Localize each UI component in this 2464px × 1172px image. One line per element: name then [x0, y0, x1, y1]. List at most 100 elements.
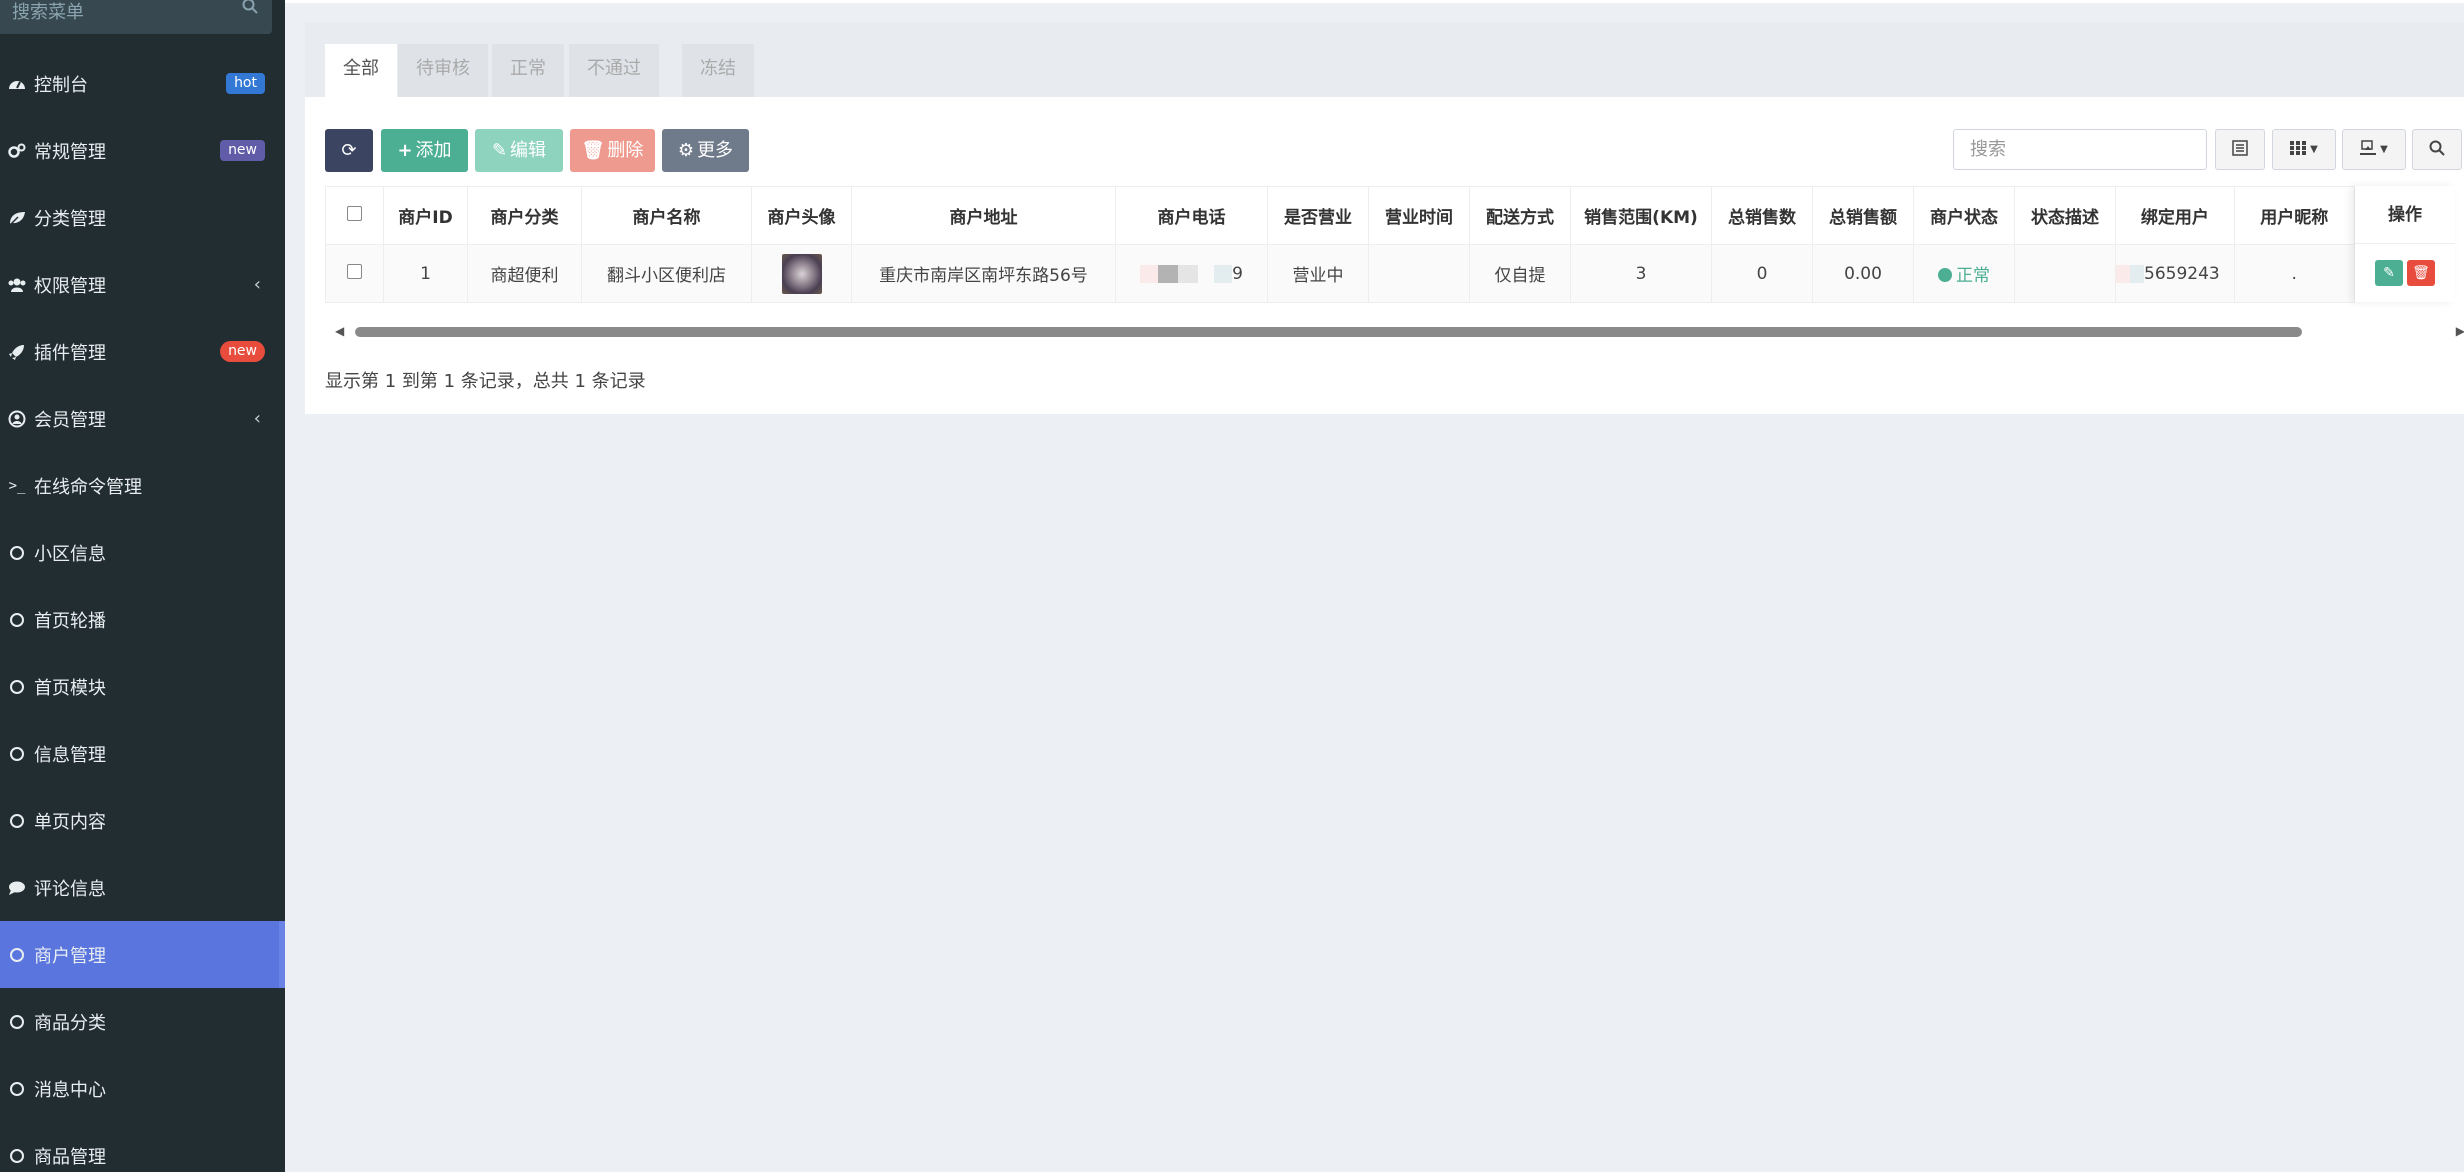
sidebar-item-community[interactable]: 小区信息 — [0, 519, 285, 586]
tab-all[interactable]: 全部 — [325, 44, 397, 97]
add-button[interactable]: + 添加 — [381, 129, 468, 172]
column-header[interactable]: 总销售数 — [1711, 186, 1813, 245]
column-header[interactable]: 用户昵称 — [2233, 186, 2355, 245]
comment-icon — [8, 879, 26, 897]
cell-total-count: 0 — [1711, 244, 1813, 303]
row-delete-button[interactable]: 🗑 — [2407, 260, 2435, 286]
sidebar-item-page[interactable]: 单页内容 — [0, 787, 285, 854]
search-input[interactable] — [1954, 130, 2206, 169]
sidebar-item-label: 会员管理 — [34, 409, 106, 431]
tab-frozen[interactable]: 冻结 — [682, 44, 754, 97]
row-checkbox[interactable] — [347, 263, 362, 279]
more-button[interactable]: ⚙ 更多 — [662, 129, 749, 172]
circle-icon — [8, 745, 26, 763]
sidebar-item-label: 在线命令管理 — [34, 476, 142, 498]
phone-tail: 9 — [1232, 263, 1243, 284]
toggle-view-button[interactable] — [2215, 129, 2265, 170]
select-all-checkbox[interactable] — [347, 205, 362, 221]
column-header[interactable]: 商户电话 — [1115, 186, 1268, 245]
column-header[interactable]: 销售范围(KM) — [1570, 186, 1712, 245]
cell-delivery: 仅自提 — [1469, 244, 1571, 303]
tab-pending[interactable]: 待审核 — [398, 44, 488, 97]
horizontal-scrollbar[interactable]: ◀ ▶ — [325, 322, 2464, 342]
column-header[interactable]: 商户头像 — [751, 186, 852, 245]
refresh-button[interactable]: ⟳ — [325, 129, 373, 172]
status-dot-icon — [1938, 268, 1952, 282]
column-header[interactable]: 商户地址 — [851, 186, 1116, 245]
tab-rejected[interactable]: 不通过 — [569, 44, 659, 97]
cell-range: 3 — [1570, 244, 1712, 303]
edit-button[interactable]: ✎ 编辑 — [475, 129, 563, 172]
cell-status: 正常 — [1913, 244, 2015, 303]
table-row[interactable]: 1 商超便利 翻斗小区便利店 重庆市南岸区南坪东路56号 9 营业中 仅自提 3… — [325, 244, 2355, 303]
column-header[interactable]: 商户分类 — [467, 186, 582, 245]
scrollbar-thumb[interactable] — [355, 327, 2302, 337]
sidebar-item-label: 分类管理 — [34, 208, 106, 230]
operation-cell: ✎ 🗑 — [2355, 244, 2455, 302]
redacted-block — [2116, 264, 2130, 283]
tab-normal[interactable]: 正常 — [492, 44, 564, 97]
sidebar-item-member[interactable]: 会员管理 ‹ — [0, 385, 285, 452]
sidebar-item-label: 商品分类 — [34, 1012, 106, 1034]
group-icon — [8, 276, 26, 294]
sidebar-item-label: 首页轮播 — [34, 610, 106, 632]
column-header[interactable]: 状态描述 — [2014, 186, 2116, 245]
column-header[interactable]: 总销售额 — [1812, 186, 1914, 245]
redacted-block — [1214, 264, 1233, 283]
column-header[interactable]: 营业时间 — [1368, 186, 1470, 245]
sidebar-item-label: 信息管理 — [34, 744, 106, 766]
merchant-avatar[interactable] — [781, 253, 822, 294]
scroll-right-icon[interactable]: ▶ — [2456, 324, 2464, 338]
sidebar-item-banner[interactable]: 首页轮播 — [0, 586, 285, 653]
sidebar-search — [0, 0, 272, 34]
download-icon — [2360, 139, 2377, 160]
operation-header: 操作 — [2355, 186, 2455, 244]
new-badge: new — [220, 341, 265, 362]
advanced-search-button[interactable] — [2412, 129, 2462, 170]
search-icon[interactable] — [242, 0, 258, 18]
status-label[interactable]: 正常 — [1956, 266, 1990, 286]
sidebar-item-goods[interactable]: 商品管理 — [0, 1122, 285, 1172]
caret-down-icon: ▼ — [2310, 144, 2318, 155]
sidebar-item-info[interactable]: 信息管理 — [0, 720, 285, 787]
sidebar-item-dashboard[interactable]: 控制台 hot — [0, 50, 285, 117]
circle-icon — [8, 1013, 26, 1031]
column-header[interactable]: 商户状态 — [1913, 186, 2015, 245]
scroll-left-icon[interactable]: ◀ — [335, 324, 344, 338]
column-header[interactable]: 商户名称 — [581, 186, 752, 245]
sidebar-item-message[interactable]: 消息中心 — [0, 1055, 285, 1122]
pagination-info: 显示第 1 到第 1 条记录，总共 1 条记录 — [325, 371, 646, 392]
sidebar-item-command[interactable]: >_ 在线命令管理 — [0, 452, 285, 519]
cell-hours — [1368, 244, 1470, 303]
redacted-block — [1178, 264, 1199, 283]
sidebar-item-label: 权限管理 — [34, 275, 106, 297]
sidebar-item-category[interactable]: 分类管理 — [0, 184, 285, 251]
sidebar-item-auth[interactable]: 权限管理 ‹ — [0, 251, 285, 318]
column-header[interactable]: 绑定用户 — [2115, 186, 2235, 245]
sidebar-item-goods-category[interactable]: 商品分类 — [0, 988, 285, 1055]
sidebar-menu: 控制台 hot 常规管理 new 分类管理 权限管理 ‹ 插件管理 new 会员… — [0, 50, 285, 1172]
chevron-left-icon: ‹ — [253, 408, 261, 429]
sidebar-item-label: 控制台 — [34, 74, 88, 96]
column-header[interactable]: 商户ID — [383, 186, 468, 245]
delete-button[interactable]: 🗑 删除 — [570, 129, 655, 172]
row-edit-button[interactable]: ✎ — [2375, 260, 2403, 286]
export-button[interactable]: ▼ — [2342, 129, 2406, 170]
trash-icon: 🗑 — [2412, 265, 2430, 281]
plus-icon: + — [397, 140, 413, 161]
delete-label: 删除 — [607, 140, 644, 161]
sidebar-item-comment[interactable]: 评论信息 — [0, 854, 285, 921]
columns-button[interactable]: ▼ — [2272, 129, 2336, 170]
column-header[interactable]: 配送方式 — [1469, 186, 1571, 245]
chevron-left-icon: ‹ — [253, 274, 261, 295]
sidebar-item-addon[interactable]: 插件管理 new — [0, 318, 285, 385]
more-label: 更多 — [697, 140, 734, 161]
sidebar-item-merchant[interactable]: 商户管理 — [0, 921, 285, 988]
sidebar-item-home-module[interactable]: 首页模块 — [0, 653, 285, 720]
sidebar-search-input[interactable] — [0, 0, 272, 34]
table-header-row: 商户ID 商户分类 商户名称 商户头像 商户地址 商户电话 是否营业 营业时间 … — [325, 186, 2355, 245]
circle-icon — [8, 611, 26, 629]
circle-icon — [8, 678, 26, 696]
sidebar-item-general[interactable]: 常规管理 new — [0, 117, 285, 184]
column-header[interactable]: 是否营业 — [1267, 186, 1369, 245]
